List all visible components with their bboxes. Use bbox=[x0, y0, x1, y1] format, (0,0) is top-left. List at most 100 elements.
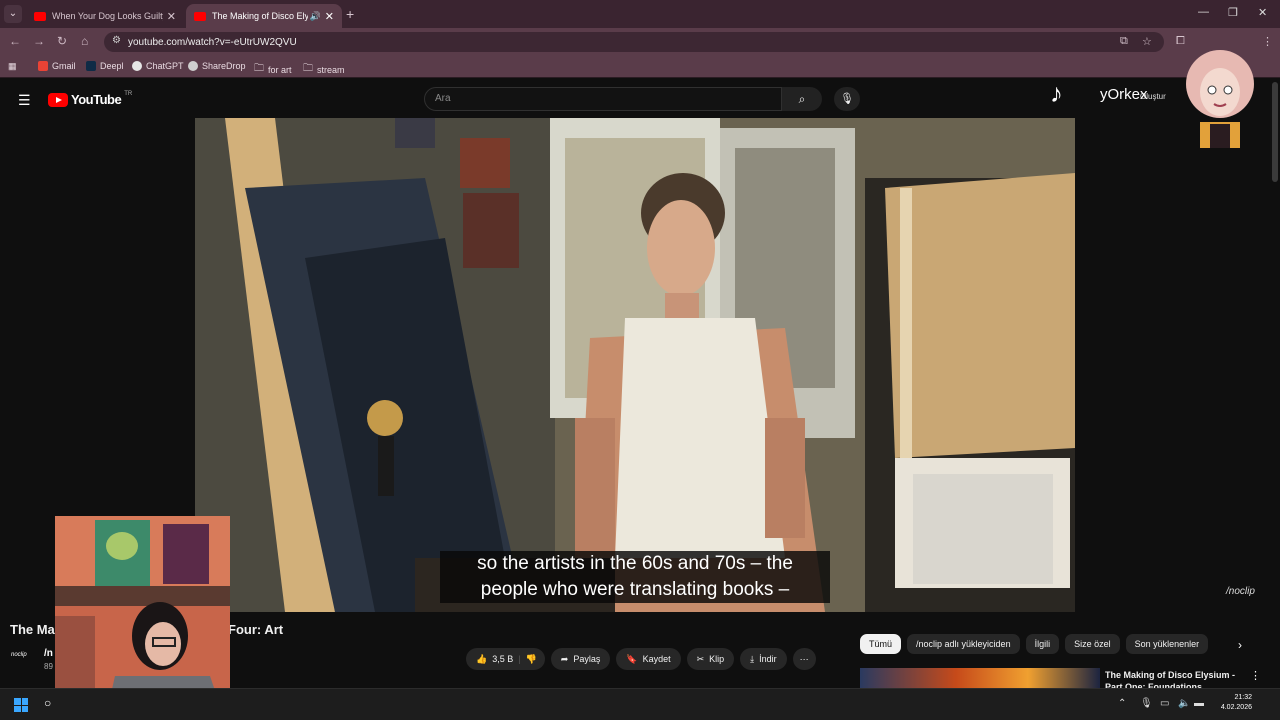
share-button[interactable]: ➦ Paylaş bbox=[550, 648, 611, 670]
volume-icon[interactable]: 🔈 bbox=[1178, 698, 1190, 709]
search-input[interactable]: Ara bbox=[424, 87, 782, 111]
download-label: İndir bbox=[759, 654, 777, 664]
clip-button[interactable]: ✂ Klip bbox=[686, 648, 735, 670]
bookmark-label: Deepl bbox=[100, 61, 124, 71]
recommendation-thumbnail[interactable] bbox=[860, 668, 1100, 688]
like-button[interactable]: 👍 3,5 B bbox=[476, 654, 513, 665]
youtube-logo[interactable]: YouTube TR bbox=[48, 90, 133, 107]
chip-for-you[interactable]: Size özel bbox=[1065, 634, 1120, 654]
anime-avatar-image bbox=[1186, 50, 1254, 148]
bookmark-chatgpt[interactable]: ChatGPT bbox=[132, 61, 184, 71]
address-bar[interactable]: ⚙ youtube.com/watch?v=-eUtrUW2QVU bbox=[104, 32, 1164, 52]
bookmark-label: for art bbox=[268, 64, 292, 75]
apps-grid-icon[interactable]: ▦ bbox=[8, 61, 17, 72]
home-icon[interactable]: ⌂ bbox=[81, 34, 88, 48]
system-clock[interactable]: 21:32 4.02.2026 bbox=[1214, 693, 1252, 713]
caption-line-1: so the artists in the 60s and 70s – the bbox=[477, 553, 793, 574]
tab-disco-elysium[interactable]: The Making of Disco Elysium 🔊 ✕ bbox=[186, 4, 342, 28]
bookmark-stream[interactable]: 🗀 stream bbox=[303, 61, 345, 78]
close-window-icon[interactable]: ✕ bbox=[1258, 6, 1267, 19]
folder-icon: 🗀 bbox=[303, 63, 313, 74]
microphone-icon: 🎙 bbox=[840, 93, 854, 105]
related-chips: Tümü /noclip adlı yükleyiciden İlgili Si… bbox=[860, 634, 1209, 654]
more-actions-button[interactable]: ⋯ bbox=[792, 648, 816, 670]
tab-dog-video[interactable]: When Your Dog Looks Guilty B ✕ bbox=[26, 4, 184, 28]
youtube-favicon-icon bbox=[194, 11, 206, 21]
page-scrollbar[interactable] bbox=[1272, 82, 1278, 182]
more-horizontal-icon: ⋯ bbox=[799, 653, 809, 664]
thumbs-down-icon: 👎 bbox=[525, 653, 537, 664]
deepl-icon bbox=[86, 61, 96, 71]
download-icon: ⤓ bbox=[750, 653, 755, 664]
sharedrop-icon bbox=[188, 61, 198, 71]
minimize-icon[interactable]: — bbox=[1198, 6, 1209, 18]
tab-title: When Your Dog Looks Guilty B bbox=[52, 11, 163, 21]
save-label: Kaydet bbox=[642, 654, 671, 664]
hamburger-menu-icon[interactable]: ☰ bbox=[18, 92, 31, 109]
chevron-up-icon[interactable]: ⌃ bbox=[1118, 698, 1126, 709]
chip-all[interactable]: Tümü bbox=[860, 634, 902, 654]
close-tab-icon[interactable]: ✕ bbox=[167, 10, 176, 23]
channel-logo[interactable]: noclip bbox=[11, 652, 39, 662]
clock-time: 21:32 bbox=[1234, 694, 1252, 701]
video-caption: so the artists in the 60s and 70s – the … bbox=[440, 551, 830, 603]
youtube-play-icon bbox=[48, 92, 68, 107]
more-vertical-icon[interactable]: ⋮ bbox=[1250, 669, 1261, 682]
new-tab-icon[interactable]: + bbox=[346, 6, 354, 22]
bookmark-gmail[interactable]: Gmail bbox=[38, 61, 76, 71]
caption-line-2: people who were translating books – bbox=[480, 579, 790, 600]
share-label: Paylaş bbox=[573, 654, 601, 664]
maximize-icon[interactable]: ❐ bbox=[1228, 6, 1238, 19]
bookmark-label: stream bbox=[317, 64, 345, 75]
tab-search-button[interactable]: ⌄ bbox=[4, 5, 22, 23]
clip-label: Klip bbox=[709, 654, 725, 664]
tiktok-logo-icon: ♪ bbox=[1050, 78, 1063, 108]
action-row: 👍 3,5 B | 👎 ➦ Paylaş 🔖 Kaydet ✂ Klip ⤓ İndir… bbox=[466, 648, 816, 670]
search-button[interactable]: ⌕ bbox=[782, 87, 822, 111]
windows-start-icon[interactable] bbox=[14, 698, 28, 712]
chevron-right-icon[interactable]: › bbox=[1238, 638, 1242, 652]
bookmark-sharedrop[interactable]: ShareDrop bbox=[188, 61, 246, 71]
dislike-button[interactable]: 👎 bbox=[526, 654, 537, 665]
camera-icon[interactable]: ▭ bbox=[1160, 698, 1169, 709]
site-info-icon[interactable]: ⚙ bbox=[112, 35, 121, 46]
forward-icon[interactable]: → bbox=[33, 34, 45, 48]
video-player[interactable] bbox=[195, 118, 1075, 612]
url-text: youtube.com/watch?v=-eUtrUW2QVU bbox=[128, 36, 297, 48]
chip-from-uploader[interactable]: /noclip adlı yükleyiciden bbox=[907, 634, 1020, 654]
gmail-icon bbox=[38, 61, 48, 71]
menu-kebab-icon[interactable]: ⋮ bbox=[1262, 35, 1273, 48]
install-app-icon[interactable]: ⧉ bbox=[1120, 35, 1128, 48]
scissors-icon: ✂ bbox=[696, 653, 705, 664]
search-icon: ⌕ bbox=[798, 92, 806, 106]
bookmark-for-art[interactable]: 🗀 for art bbox=[254, 61, 292, 78]
country-code: TR bbox=[124, 90, 133, 97]
tab-title: The Making of Disco Elysium bbox=[212, 11, 308, 21]
download-button[interactable]: ⤓ İndir bbox=[740, 648, 787, 670]
save-button[interactable]: 🔖 Kaydet bbox=[616, 648, 681, 670]
folder-icon: 🗀 bbox=[254, 63, 264, 74]
speaker-icon[interactable]: 🔊 bbox=[310, 11, 321, 22]
voice-search-button[interactable]: 🎙 bbox=[834, 87, 860, 111]
back-icon[interactable]: ← bbox=[9, 34, 21, 48]
taskbar-search-icon[interactable]: ○ bbox=[44, 696, 51, 710]
thumbs-up-icon: 👍 bbox=[476, 653, 488, 664]
share-icon: ➦ bbox=[560, 653, 569, 664]
streamer-name: yOrkex bbox=[1100, 86, 1148, 103]
chip-related[interactable]: İlgili bbox=[1025, 634, 1060, 654]
subscriber-count: 89 bbox=[44, 662, 53, 671]
microphone-tray-icon[interactable]: 🎙 bbox=[1140, 698, 1153, 709]
reload-icon[interactable]: ↻ bbox=[57, 34, 67, 48]
bookmarks-bar: ▦ Gmail Deepl ChatGPT ShareDrop 🗀 for art… bbox=[0, 56, 1280, 78]
bookmark-label: ChatGPT bbox=[146, 61, 184, 71]
bookmark-deepl[interactable]: Deepl bbox=[86, 61, 124, 71]
video-title-end: Four: Art bbox=[228, 622, 284, 637]
chip-recently-uploaded[interactable]: Son yüklenenler bbox=[1125, 634, 1209, 654]
like-dislike-group: 👍 3,5 B | 👎 bbox=[466, 648, 545, 670]
bookmark-label: Gmail bbox=[52, 61, 76, 71]
close-tab-icon[interactable]: ✕ bbox=[325, 10, 334, 23]
channel-name[interactable]: /n bbox=[44, 648, 53, 659]
youtube-favicon-icon bbox=[34, 11, 46, 21]
battery-icon[interactable]: ▬ bbox=[1194, 698, 1204, 709]
bookmark-star-icon[interactable]: ☆ bbox=[1142, 35, 1152, 48]
